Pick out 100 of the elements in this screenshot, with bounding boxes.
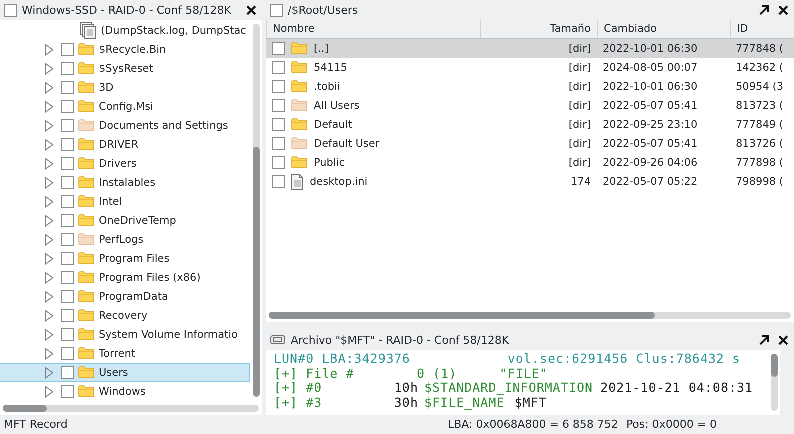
checkbox[interactable] bbox=[272, 42, 285, 55]
checkbox[interactable] bbox=[61, 176, 74, 189]
tree-item[interactable]: Program Files bbox=[0, 249, 250, 268]
tree-item[interactable]: Intel bbox=[0, 192, 250, 211]
expand-arrow-icon[interactable] bbox=[45, 252, 54, 264]
checkbox[interactable] bbox=[61, 271, 74, 284]
tree-item[interactable]: Config.Msi bbox=[0, 97, 250, 116]
tree-item[interactable]: ProgramData bbox=[0, 287, 250, 306]
expand-arrow-icon[interactable] bbox=[45, 272, 54, 284]
size-cell-text: [dir] bbox=[568, 42, 592, 54]
column-header[interactable]: Tamaño bbox=[480, 20, 597, 38]
expand-arrow-icon[interactable] bbox=[45, 82, 54, 94]
checkbox[interactable] bbox=[272, 61, 285, 74]
tree-item[interactable]: Torrent bbox=[0, 344, 250, 363]
column-header[interactable]: Nombre bbox=[266, 20, 480, 38]
file-row[interactable]: All Users [dir] 2022-05-07 05:41 813723 ( bbox=[266, 96, 794, 115]
expand-arrow-icon[interactable] bbox=[45, 138, 54, 150]
expand-arrow-icon[interactable] bbox=[45, 366, 54, 378]
expand-arrow-icon[interactable] bbox=[45, 196, 54, 208]
checkbox[interactable] bbox=[61, 138, 74, 151]
checkbox[interactable] bbox=[61, 43, 74, 56]
checkbox[interactable] bbox=[61, 119, 74, 132]
column-header[interactable]: ID bbox=[730, 20, 794, 38]
expand-arrow-icon[interactable] bbox=[45, 158, 54, 170]
checkbox[interactable] bbox=[61, 328, 74, 341]
checkbox[interactable] bbox=[61, 290, 74, 303]
tree-item[interactable]: Users bbox=[0, 363, 250, 382]
checkbox[interactable] bbox=[61, 195, 74, 208]
tree-item[interactable]: Documents and Settings bbox=[0, 116, 250, 135]
checkbox[interactable] bbox=[61, 100, 74, 113]
checkbox[interactable] bbox=[272, 99, 285, 112]
tree-item[interactable]: Instalables bbox=[0, 173, 250, 192]
tree-item[interactable]: OneDriveTemp bbox=[0, 211, 250, 230]
expand-arrow-icon[interactable] bbox=[45, 386, 54, 398]
file-name: Default bbox=[314, 118, 352, 130]
column-header[interactable]: Cambiado bbox=[597, 20, 730, 38]
tree-item[interactable]: (DumpStack.log, DumpStac bbox=[0, 21, 250, 40]
file-row[interactable]: Default [dir] 2022-09-25 23:10 777849 ( bbox=[266, 115, 794, 134]
file-row[interactable]: [..] [dir] 2022-10-01 06:30 777848 ( bbox=[266, 39, 794, 58]
checkbox[interactable] bbox=[61, 309, 74, 322]
tree-item[interactable]: System Volume Informatio bbox=[0, 325, 250, 344]
checkbox[interactable] bbox=[61, 81, 74, 94]
expand-arrow-icon[interactable] bbox=[45, 290, 54, 302]
date-cell-text: 2022-09-25 23:10 bbox=[602, 118, 699, 130]
checkbox[interactable] bbox=[61, 385, 74, 398]
size-cell-text: [dir] bbox=[568, 100, 592, 112]
tree-item[interactable]: 3D bbox=[0, 78, 250, 97]
file-name: desktop.ini bbox=[310, 176, 368, 188]
file-row[interactable]: desktop.ini 174 2022-05-07 05:22 798998 ( bbox=[266, 172, 794, 191]
record-text: $FILE_NAME bbox=[424, 396, 505, 410]
checkbox[interactable] bbox=[270, 4, 283, 16]
file-row[interactable]: Public [dir] 2022-09-26 04:06 777898 ( bbox=[266, 153, 794, 172]
tree-item[interactable]: DRIVER bbox=[0, 135, 250, 154]
record-text: [+] #3 bbox=[274, 396, 324, 410]
record-text: $MFT bbox=[514, 396, 547, 410]
pop-out-button[interactable] bbox=[757, 3, 771, 17]
expand-arrow-icon[interactable] bbox=[45, 100, 54, 112]
checkbox[interactable] bbox=[61, 233, 74, 246]
scrollbar[interactable] bbox=[0, 401, 262, 415]
tree-item[interactable]: Windows bbox=[0, 382, 250, 401]
expand-arrow-icon[interactable] bbox=[45, 62, 54, 74]
file-row[interactable]: .tobii [dir] 2022-10-01 06:30 50954 (3 bbox=[266, 77, 794, 96]
expand-arrow-icon[interactable] bbox=[45, 176, 54, 188]
expand-arrow-icon[interactable] bbox=[45, 328, 54, 340]
tree-item[interactable]: Drivers bbox=[0, 154, 250, 173]
checkbox[interactable] bbox=[61, 62, 74, 75]
pop-out-button[interactable] bbox=[757, 333, 771, 347]
size-cell-text: [dir] bbox=[568, 118, 592, 130]
checkbox[interactable] bbox=[61, 366, 74, 379]
expand-arrow-icon[interactable] bbox=[45, 44, 54, 56]
checkbox[interactable] bbox=[272, 118, 285, 131]
tree-item[interactable]: $SysReset bbox=[0, 59, 250, 78]
date-cell-text: 2022-05-07 05:41 bbox=[602, 100, 699, 112]
checkbox[interactable] bbox=[272, 175, 285, 188]
tree-item[interactable]: Recovery bbox=[0, 306, 250, 325]
checkbox[interactable] bbox=[272, 156, 285, 169]
tree-item[interactable]: Program Files (x86) bbox=[0, 268, 250, 287]
checkbox[interactable] bbox=[61, 214, 74, 227]
close-button[interactable] bbox=[776, 3, 790, 17]
checkbox[interactable] bbox=[61, 252, 74, 265]
file-row[interactable]: 54115 [dir] 2024-08-05 00:07 142362 ( bbox=[266, 58, 794, 77]
close-button[interactable] bbox=[244, 3, 258, 17]
checkbox[interactable] bbox=[4, 4, 17, 16]
checkbox[interactable] bbox=[61, 347, 74, 360]
expand-arrow-icon[interactable] bbox=[45, 214, 54, 226]
id-cell-text: 142362 ( bbox=[735, 62, 785, 74]
expand-arrow-icon[interactable] bbox=[45, 310, 54, 322]
checkbox[interactable] bbox=[61, 157, 74, 170]
file-row[interactable]: Default User [dir] 2022-05-07 05:41 813726 ( bbox=[266, 134, 794, 153]
checkbox[interactable] bbox=[272, 137, 285, 150]
record-text: "FILE" bbox=[500, 366, 548, 381]
tree-item[interactable]: PerfLogs bbox=[0, 230, 250, 249]
close-button[interactable] bbox=[776, 333, 790, 347]
tree-item[interactable]: $Recycle.Bin bbox=[0, 40, 250, 59]
date-cell-text: 2022-05-07 05:41 bbox=[602, 138, 699, 150]
expand-arrow-icon[interactable] bbox=[45, 348, 54, 360]
expand-arrow-icon[interactable] bbox=[45, 234, 54, 246]
expand-arrow-icon[interactable] bbox=[45, 120, 54, 132]
checkbox[interactable] bbox=[272, 80, 285, 93]
file-name: [..] bbox=[314, 42, 329, 54]
